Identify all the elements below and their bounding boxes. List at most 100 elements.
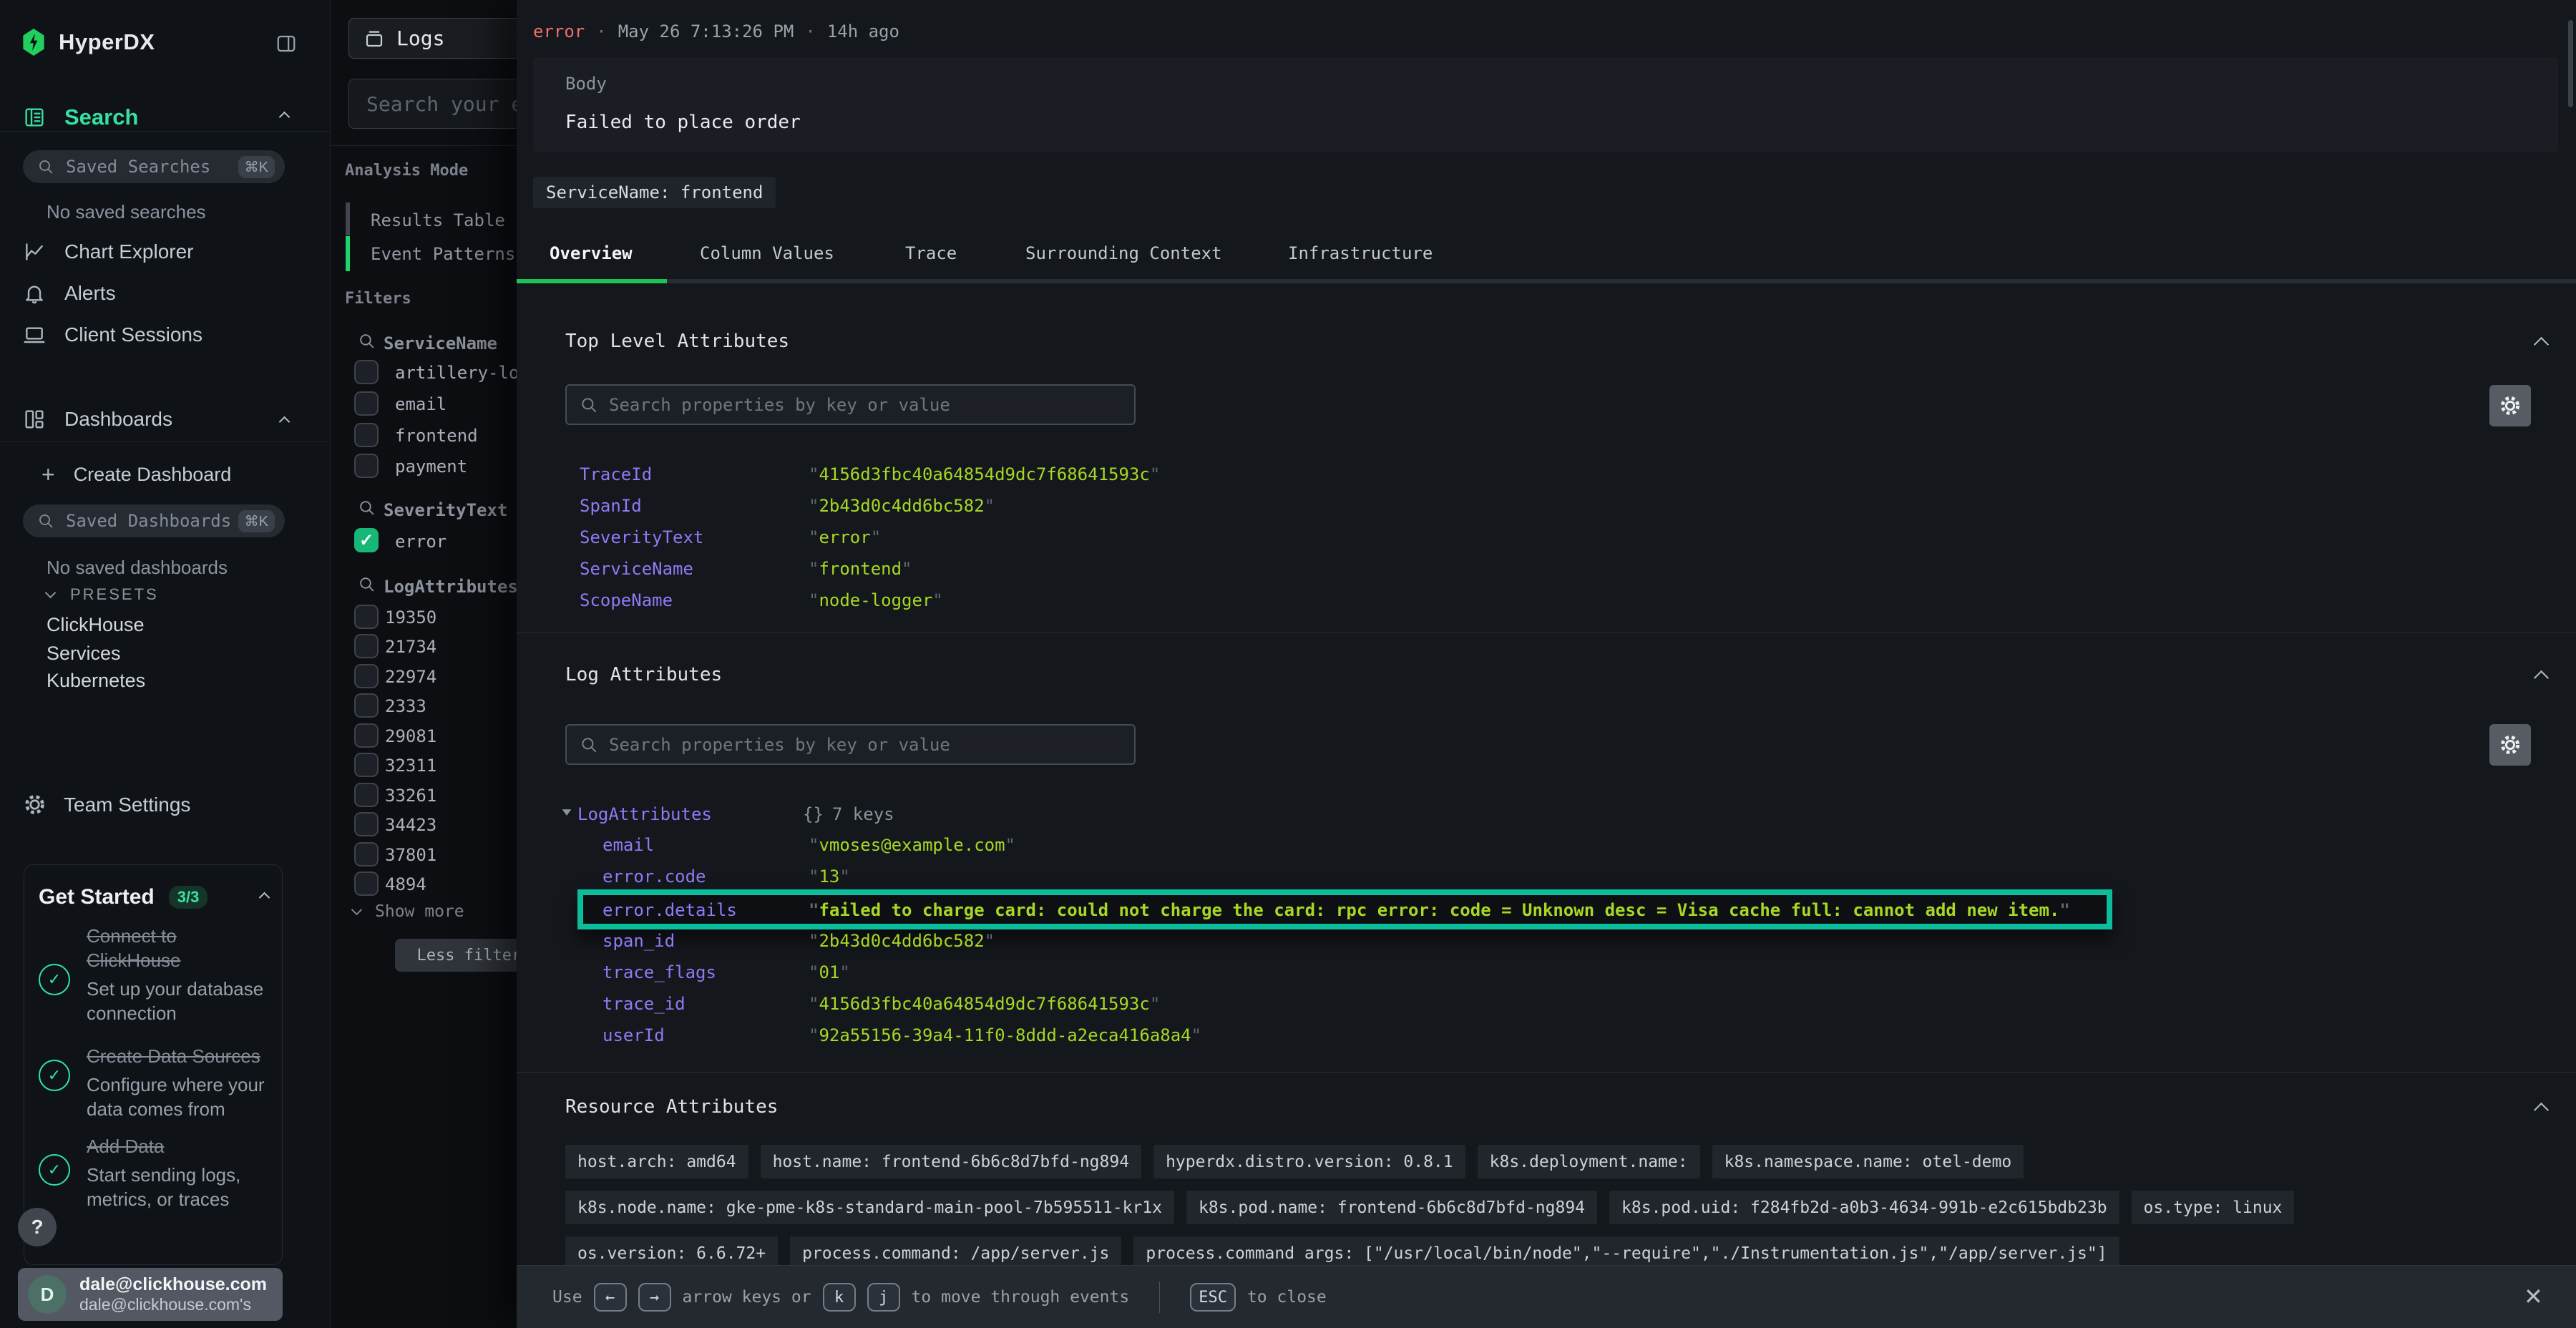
collapse-section-chevron-icon[interactable] bbox=[2534, 1103, 2549, 1118]
attribute-root-key[interactable]: LogAttributes bbox=[577, 804, 712, 824]
filter-value[interactable]: 2333 bbox=[385, 696, 426, 716]
resource-tag[interactable]: os.type: linux bbox=[2132, 1191, 2295, 1224]
sidebar-item-team-settings[interactable]: Team Settings bbox=[23, 793, 190, 816]
resource-tag[interactable]: k8s.pod.uid: f284fb2d-a0b3-4634-991b-e2c… bbox=[1609, 1191, 2119, 1224]
attribute-value[interactable]: vmoses@example.com bbox=[809, 835, 1015, 855]
show-more-toggle[interactable]: Show more bbox=[353, 902, 464, 921]
properties-search-input[interactable]: Search properties by key or value bbox=[565, 724, 1136, 765]
sidebar-item-search[interactable]: Search bbox=[23, 104, 138, 130]
create-dashboard-button[interactable]: + Create Dashboard bbox=[42, 462, 231, 488]
resource-tag[interactable]: hyperdx.distro.version: 0.8.1 bbox=[1153, 1145, 1465, 1178]
filter-value[interactable]: email bbox=[395, 394, 447, 414]
collapse-section-chevron-icon[interactable] bbox=[2534, 670, 2549, 685]
attribute-value[interactable]: node-logger bbox=[809, 590, 943, 610]
saved-dashboards-input[interactable]: Saved Dashboards ⌘K bbox=[23, 504, 285, 537]
filter-value[interactable]: 33261 bbox=[385, 786, 436, 806]
arrow-right-key[interactable]: → bbox=[638, 1283, 671, 1312]
sidebar-item-dashboards[interactable]: Dashboards bbox=[23, 408, 172, 431]
get-started-item[interactable]: Create Data Sources Configure where your… bbox=[87, 1044, 274, 1121]
resource-tag[interactable]: k8s.pod.name: frontend-6b6c8d7bfd-ng894 bbox=[1186, 1191, 1597, 1224]
attributes-settings-button[interactable] bbox=[2489, 385, 2531, 426]
j-key[interactable]: j bbox=[867, 1283, 900, 1312]
sidebar-item-alerts[interactable]: Alerts bbox=[23, 282, 116, 305]
collapse-section-chevron-icon[interactable] bbox=[2534, 337, 2549, 352]
filter-checkbox[interactable] bbox=[354, 723, 379, 748]
tab-surrounding-context[interactable]: Surrounding Context bbox=[1025, 243, 1222, 263]
resource-tag[interactable]: k8s.deployment.name: bbox=[1478, 1145, 1700, 1178]
attribute-key[interactable]: SpanId bbox=[580, 496, 642, 516]
scrollbar-thumb[interactable] bbox=[2568, 20, 2573, 107]
filter-checkbox[interactable] bbox=[354, 391, 379, 416]
get-started-item[interactable]: Connect to ClickHouse Set up your databa… bbox=[87, 924, 274, 1025]
filter-value[interactable]: payment bbox=[395, 456, 467, 477]
dashboards-section-chevron-up-icon[interactable] bbox=[279, 416, 291, 428]
k-key[interactable]: k bbox=[823, 1283, 856, 1312]
attribute-value[interactable]: 2b43d0c4dd6bc582 bbox=[809, 931, 995, 951]
filter-checkbox[interactable] bbox=[354, 360, 379, 384]
get-started-item[interactable]: Add Data Start sending logs, metrics, or… bbox=[87, 1134, 274, 1211]
filter-value[interactable]: 29081 bbox=[385, 726, 436, 746]
attribute-value[interactable]: 01 bbox=[809, 962, 850, 982]
service-name-tag[interactable]: ServiceName: frontend bbox=[533, 177, 776, 208]
filter-checkbox[interactable] bbox=[354, 605, 379, 629]
attribute-key[interactable]: ScopeName bbox=[580, 590, 673, 610]
filter-value[interactable]: 22974 bbox=[385, 667, 436, 687]
attribute-value[interactable]: 92a55156-39a4-11f0-8ddd-a2eca416a8a4 bbox=[809, 1025, 1201, 1045]
attribute-key[interactable]: userId bbox=[602, 1025, 665, 1045]
filter-checkbox[interactable] bbox=[354, 423, 379, 447]
tab-infrastructure[interactable]: Infrastructure bbox=[1288, 243, 1433, 263]
attribute-value[interactable]: 4156d3fbc40a64854d9dc7f68641593c bbox=[809, 464, 1160, 484]
presets-toggle[interactable]: PRESETS bbox=[47, 585, 159, 604]
filter-checkbox[interactable] bbox=[354, 812, 379, 836]
attribute-key[interactable]: ServiceName bbox=[580, 559, 693, 579]
filter-checkbox[interactable] bbox=[354, 753, 379, 777]
filter-value[interactable]: 37801 bbox=[385, 845, 436, 865]
tab-overview[interactable]: Overview bbox=[550, 243, 633, 263]
attribute-value[interactable]: frontend bbox=[809, 559, 912, 579]
esc-key[interactable]: ESC bbox=[1190, 1283, 1236, 1312]
help-button[interactable]: ? bbox=[18, 1208, 57, 1246]
resource-tag[interactable]: host.arch: amd64 bbox=[565, 1145, 748, 1178]
filter-value[interactable]: 34423 bbox=[385, 815, 436, 835]
filter-value[interactable]: 21734 bbox=[385, 637, 436, 657]
filter-value[interactable]: frontend bbox=[395, 426, 478, 446]
saved-searches-input[interactable]: Saved Searches ⌘K bbox=[23, 150, 285, 183]
preset-item-kubernetes[interactable]: Kubernetes bbox=[47, 670, 145, 692]
filter-group-search-icon[interactable] bbox=[358, 575, 376, 593]
filter-checkbox[interactable] bbox=[354, 872, 379, 896]
filter-group-search-icon[interactable] bbox=[358, 332, 376, 350]
highlighted-attribute-row[interactable]: error.details failed to charge card: cou… bbox=[577, 889, 2112, 929]
get-started-chevron-up-icon[interactable] bbox=[259, 892, 270, 904]
collapse-sidebar-icon[interactable] bbox=[275, 33, 297, 54]
attribute-value[interactable]: 4156d3fbc40a64854d9dc7f68641593c bbox=[809, 994, 1160, 1014]
filter-value[interactable]: artillery-loa bbox=[395, 363, 530, 383]
resource-tag[interactable]: host.name: frontend-6b6c8d7bfd-ng894 bbox=[761, 1145, 1142, 1178]
filter-checkbox[interactable] bbox=[354, 783, 379, 807]
sidebar-item-client-sessions[interactable]: Client Sessions bbox=[23, 323, 203, 346]
filter-checkbox[interactable] bbox=[354, 842, 379, 866]
preset-item-services[interactable]: Services bbox=[47, 643, 121, 665]
attribute-value[interactable]: error bbox=[809, 527, 881, 547]
filter-checkbox[interactable] bbox=[354, 634, 379, 658]
mode-results-table[interactable]: Results Table bbox=[371, 210, 505, 230]
logo[interactable]: HyperDX bbox=[21, 29, 155, 56]
attributes-settings-button[interactable] bbox=[2489, 724, 2531, 766]
user-menu[interactable]: D dale@clickhouse.com dale@clickhouse.co… bbox=[18, 1268, 283, 1321]
properties-search-input[interactable]: Search properties by key or value bbox=[565, 384, 1136, 425]
attribute-key[interactable]: span_id bbox=[602, 931, 675, 951]
filter-checkbox-checked[interactable] bbox=[354, 528, 379, 552]
filter-value[interactable]: 32311 bbox=[385, 756, 436, 776]
arrow-left-key[interactable]: ← bbox=[594, 1283, 627, 1312]
resource-tag[interactable]: k8s.node.name: gke-pme-k8s-standard-main… bbox=[565, 1191, 1174, 1224]
resource-tag[interactable]: k8s.namespace.name: otel-demo bbox=[1712, 1145, 2024, 1178]
mode-event-patterns[interactable]: Event Patterns bbox=[371, 244, 515, 264]
attribute-key[interactable]: TraceId bbox=[580, 464, 652, 484]
attribute-key[interactable]: trace_flags bbox=[602, 962, 716, 982]
filter-value[interactable]: error bbox=[395, 532, 447, 552]
attribute-key[interactable]: trace_id bbox=[602, 994, 686, 1014]
tree-expand-triangle-icon[interactable] bbox=[562, 809, 572, 816]
attribute-key[interactable]: error.code bbox=[602, 866, 706, 887]
search-section-chevron-up-icon[interactable] bbox=[279, 112, 291, 123]
attribute-value[interactable]: 2b43d0c4dd6bc582 bbox=[809, 496, 995, 516]
close-icon[interactable]: ✕ bbox=[2524, 1283, 2543, 1310]
